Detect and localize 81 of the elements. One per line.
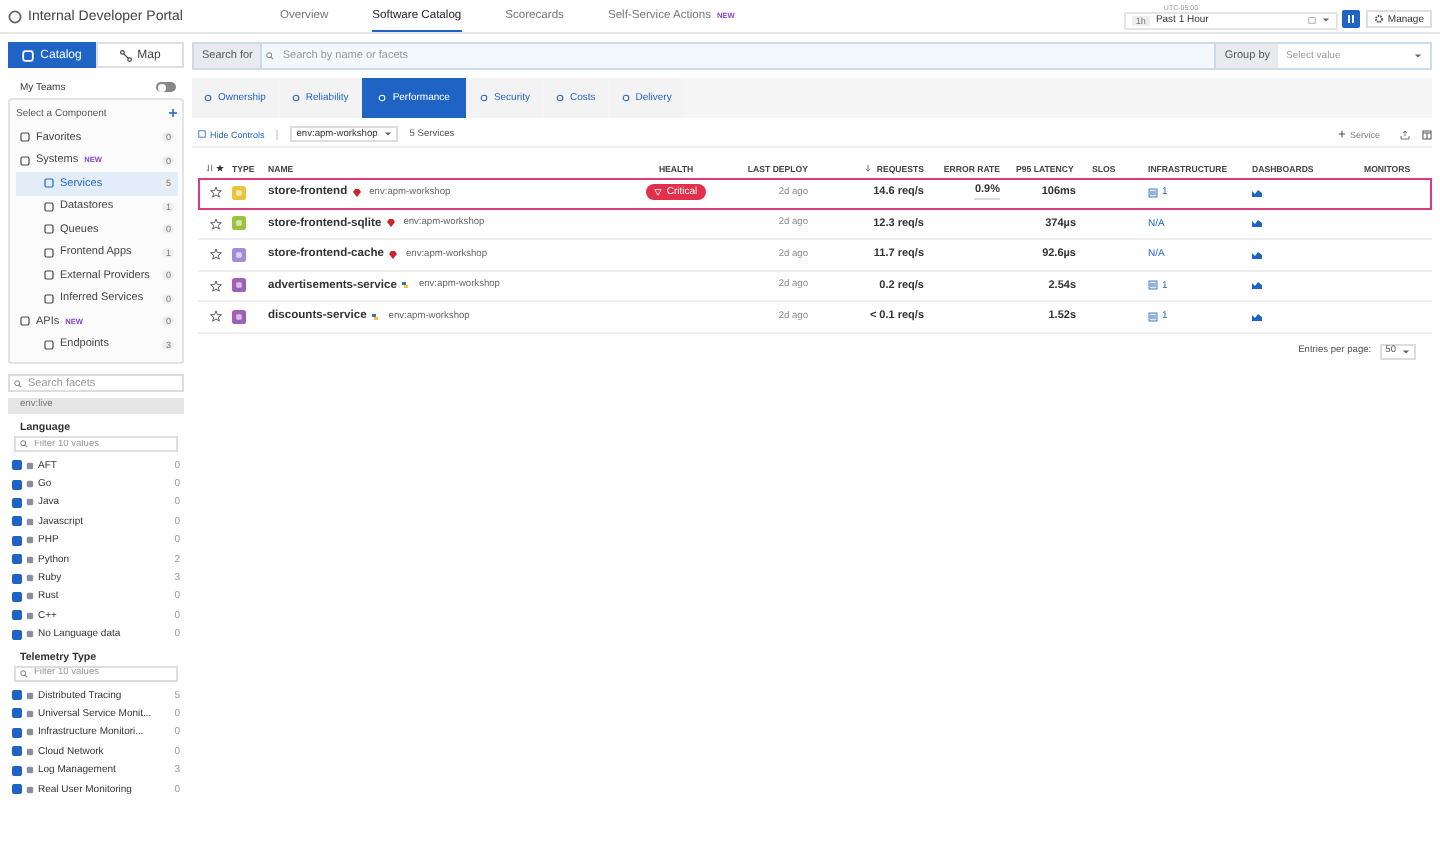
search-icon (14, 379, 22, 387)
component-icon (44, 293, 54, 304)
component-icon (20, 132, 30, 143)
checkbox[interactable] (12, 727, 22, 738)
pause-icon (1345, 14, 1356, 24)
checkbox[interactable] (12, 610, 22, 621)
tab-icon (378, 94, 387, 102)
checkbox[interactable] (12, 535, 22, 546)
caret-icon (1321, 16, 1330, 24)
checkbox[interactable] (12, 690, 22, 701)
catalog-icon (22, 49, 35, 61)
component-icon (44, 270, 54, 281)
star-outline-icon (209, 248, 221, 261)
tab-icon (204, 94, 212, 102)
facet-icon (26, 747, 34, 756)
checkbox[interactable] (12, 765, 22, 776)
facet-icon (26, 461, 34, 470)
facet-icon (26, 728, 34, 737)
checkbox[interactable] (12, 746, 22, 757)
facet-icon (26, 555, 34, 564)
snake-logo-icon (370, 311, 381, 322)
search-icon (20, 440, 28, 448)
checkbox[interactable] (12, 629, 22, 640)
checkbox[interactable] (12, 554, 22, 565)
checkbox[interactable] (12, 591, 22, 602)
tab-icon (291, 94, 300, 102)
facet-icon (26, 611, 34, 620)
checkbox[interactable] (12, 784, 22, 795)
dashboard-icon (1252, 218, 1262, 229)
gem-icon (351, 187, 362, 198)
export-icon (1400, 129, 1410, 139)
gem-icon (385, 218, 396, 229)
dashboard-icon (1252, 311, 1262, 322)
pause-button[interactable] (1341, 10, 1360, 28)
caret-icon (383, 130, 392, 138)
plus-icon (1337, 130, 1346, 138)
facet-icon (26, 630, 34, 639)
component-icon (44, 178, 54, 189)
component-icon (44, 201, 54, 212)
tab-icon (479, 94, 488, 102)
tab-icon (556, 94, 564, 102)
facet-icon (26, 536, 34, 545)
plus-icon (168, 108, 178, 118)
star-outline-icon (209, 186, 221, 199)
dashboard-icon (1252, 249, 1262, 260)
panel-icon (198, 130, 206, 138)
gem-icon (387, 249, 398, 260)
checkbox[interactable] (12, 516, 22, 527)
dashboard-icon (1252, 280, 1262, 291)
checkbox[interactable] (12, 479, 22, 490)
facet-icon (26, 766, 34, 775)
map-icon (119, 49, 132, 61)
host-icon (1148, 280, 1158, 291)
checkbox[interactable] (12, 708, 22, 719)
component-icon (20, 316, 30, 327)
host-icon (1148, 311, 1158, 322)
logo-icon (8, 9, 22, 23)
sort-icon (864, 164, 873, 172)
facet-icon (26, 785, 34, 794)
star-outline-icon (209, 310, 221, 323)
sort-icon (206, 164, 214, 172)
star-outline-icon (209, 217, 221, 230)
component-icon (44, 339, 54, 350)
snake-logo-icon (400, 280, 411, 291)
star-icon (216, 164, 224, 172)
host-icon (1148, 187, 1158, 198)
toggle-switch[interactable] (156, 82, 176, 92)
checkbox[interactable] (12, 573, 22, 584)
facet-icon (26, 517, 34, 526)
component-icon (44, 224, 54, 235)
tab-icon (621, 94, 630, 102)
star-outline-icon (209, 279, 221, 292)
checkbox[interactable] (12, 460, 22, 471)
dashboard-icon (1252, 187, 1262, 198)
checkbox[interactable] (12, 497, 22, 508)
caret-icon (1402, 347, 1410, 355)
columns-icon (1422, 129, 1432, 139)
search-icon (20, 669, 28, 678)
gear-icon (1373, 14, 1384, 24)
component-icon (20, 155, 30, 166)
component-icon (44, 247, 54, 258)
